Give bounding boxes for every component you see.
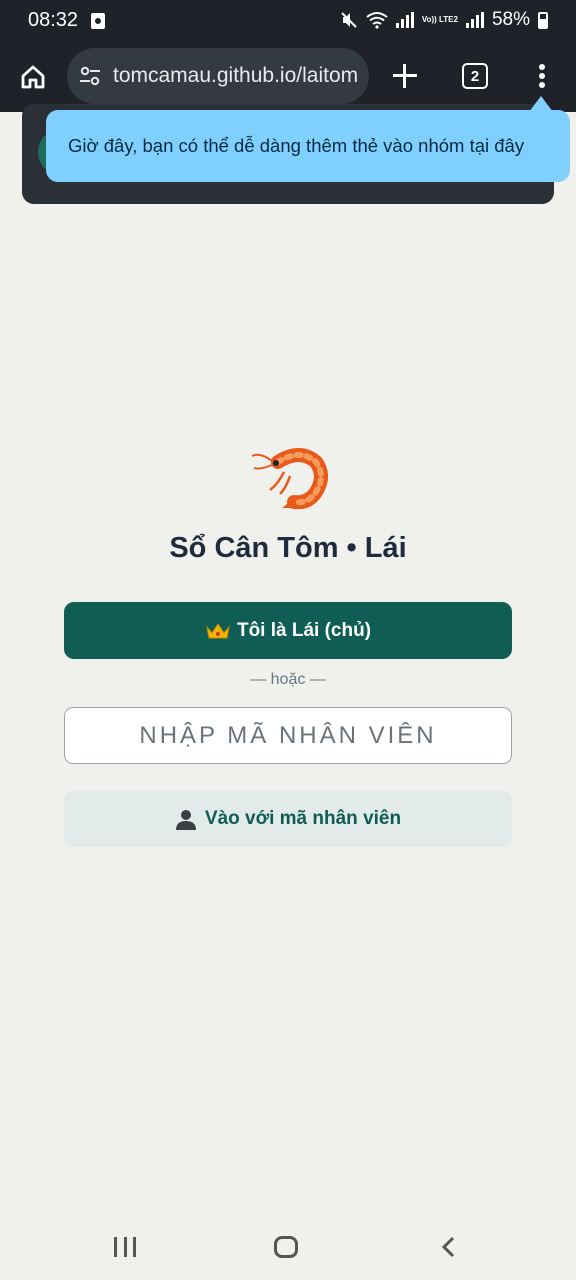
browser-toolbar: tomcamau.github.io/laitom 2 bbox=[0, 42, 576, 112]
signal-icon-2 bbox=[465, 12, 484, 28]
battery-percent: 58% bbox=[491, 9, 530, 30]
site-settings-icon[interactable] bbox=[79, 66, 101, 86]
owner-button-label: Tôi là Lái (chủ) bbox=[236, 619, 372, 641]
system-home-button[interactable] bbox=[274, 1236, 298, 1258]
mute-icon bbox=[341, 12, 357, 28]
employee-code-input[interactable] bbox=[64, 707, 512, 764]
notification-icon bbox=[91, 13, 105, 29]
page-title: Sổ Cân Tôm • Lái bbox=[169, 532, 407, 564]
staff-button-label: Vào với mã nhân viên bbox=[204, 807, 402, 829]
shrimp-icon bbox=[251, 448, 328, 510]
url-text[interactable]: tomcamau.github.io/laitom bbox=[113, 64, 363, 88]
wifi-icon bbox=[366, 12, 388, 29]
tab-group-tooltip[interactable]: Giờ đây, bạn có thể dễ dàng thêm thẻ vào… bbox=[46, 110, 570, 182]
crown-icon bbox=[206, 622, 230, 638]
signal-icon bbox=[395, 12, 414, 28]
lte-label: Vo)) LTE2 bbox=[421, 15, 458, 24]
status-indicators: Vo)) LTE2 58% bbox=[340, 9, 548, 31]
owner-login-button[interactable]: Tôi là Lái (chủ) bbox=[64, 602, 512, 659]
person-icon bbox=[175, 809, 196, 830]
tab-switcher-button[interactable]: 2 bbox=[462, 63, 488, 89]
more-menu-button[interactable] bbox=[528, 60, 556, 92]
back-icon[interactable] bbox=[440, 1236, 456, 1258]
status-time: 08:32 bbox=[28, 9, 79, 31]
home-button[interactable] bbox=[16, 60, 50, 94]
status-bar: 08:32 Vo)) LTE2 58% bbox=[0, 0, 576, 42]
home-icon bbox=[21, 65, 45, 89]
or-divider: — hoặc — bbox=[250, 671, 326, 688]
system-nav-bar bbox=[0, 1218, 576, 1280]
recents-button[interactable] bbox=[114, 1237, 136, 1257]
battery-icon bbox=[538, 11, 548, 29]
address-bar[interactable]: tomcamau.github.io/laitom bbox=[67, 48, 369, 104]
tooltip-text: Giờ đây, bạn có thể dễ dàng thêm thẻ vào… bbox=[68, 135, 525, 156]
new-tab-button[interactable] bbox=[389, 60, 421, 92]
staff-login-button[interactable]: Vào với mã nhân viên bbox=[64, 790, 512, 847]
